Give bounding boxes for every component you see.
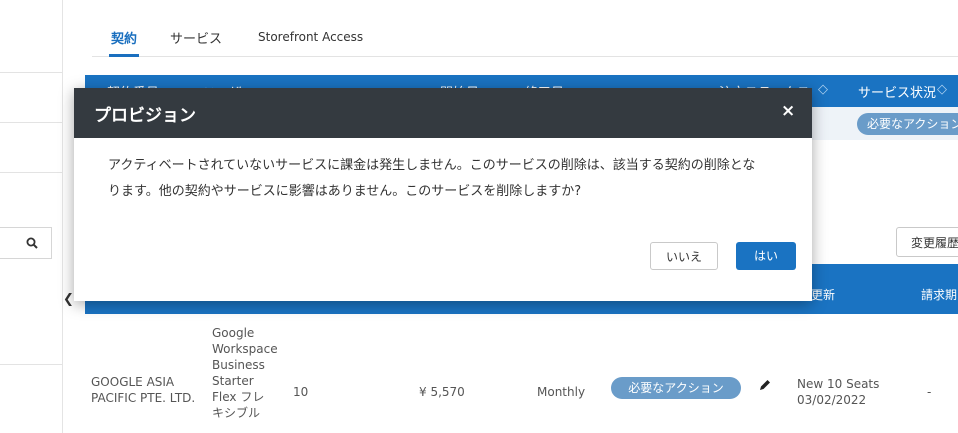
sidebar-divider [0, 122, 62, 123]
billing-cell: - [927, 385, 932, 399]
header-renewal[interactable]: 更新 [811, 286, 835, 303]
close-icon[interactable]: × [781, 101, 795, 121]
sort-icon[interactable]: ◇ [818, 82, 828, 97]
header-service-status[interactable]: サービス状況 [858, 82, 936, 101]
dialog-title: プロビジョン [94, 106, 196, 126]
company-cell: GOOGLE ASIA PACIFIC PTE. LTD. [91, 374, 195, 406]
yes-button[interactable]: はい [736, 242, 796, 270]
table-row: GOOGLE ASIA PACIFIC PTE. LTD. Google Wor… [85, 314, 958, 433]
price-cell: ¥ 5,570 [419, 385, 465, 399]
product-line: Google [212, 326, 255, 340]
product-line: Flex フレ [212, 390, 265, 404]
pencil-icon[interactable] [758, 378, 772, 392]
no-button[interactable]: いいえ [650, 242, 718, 270]
status-badge[interactable]: 必要なアクション [611, 377, 741, 399]
product-cell: Google Workspace Business Starter Flex フ… [212, 325, 278, 421]
dialog-message-line: アクティベートされていないサービスに課金は発生しません。このサービスの削除は、該… [108, 158, 756, 173]
search-button[interactable] [0, 227, 52, 259]
sidebar-divider [0, 364, 62, 365]
seats-cell: 10 [293, 385, 309, 399]
company-line: PACIFIC PTE. LTD. [91, 391, 196, 405]
renewal-cell: New 10 Seats 03/02/2022 [797, 376, 879, 408]
dialog-message: アクティベートされていないサービスに課金は発生しません。このサービスの削除は、該… [108, 153, 788, 205]
header-billing[interactable]: 請求期 [921, 286, 957, 303]
status-badge: 必要なアクション [857, 113, 958, 135]
product-line: キシブル [212, 406, 261, 420]
renewal-line: 03/02/2022 [797, 393, 867, 407]
sidebar-divider [0, 172, 62, 173]
dialog-header: プロビジョン × [74, 88, 812, 138]
tab-contracts[interactable]: 契約 [108, 28, 140, 57]
sort-icon[interactable]: ◇ [937, 82, 947, 97]
billing-cycle-cell: Monthly [537, 385, 586, 399]
chevron-left-icon[interactable]: ❮ [63, 292, 74, 307]
product-line: Starter [212, 374, 254, 388]
provision-dialog: プロビジョン × アクティベートされていないサービスに課金は発生しません。このサ… [74, 88, 812, 301]
sidebar-divider [0, 72, 62, 73]
renewal-line: New 10 Seats [797, 377, 880, 391]
search-icon [26, 237, 38, 249]
company-line: GOOGLE ASIA [91, 375, 175, 389]
left-sidebar [0, 0, 63, 433]
change-history-button[interactable]: 変更履歴 [896, 227, 958, 257]
tab-bar: 契約 サービス Storefront Access [92, 18, 958, 57]
product-line: Workspace [212, 342, 278, 356]
tab-storefront-access[interactable]: Storefront Access [258, 30, 363, 44]
product-line: Business [212, 358, 265, 372]
dialog-message-line: ります。他の契約やサービスに影響はありません。このサービスを削除しますか? [108, 184, 582, 199]
tab-services[interactable]: サービス [170, 28, 222, 47]
